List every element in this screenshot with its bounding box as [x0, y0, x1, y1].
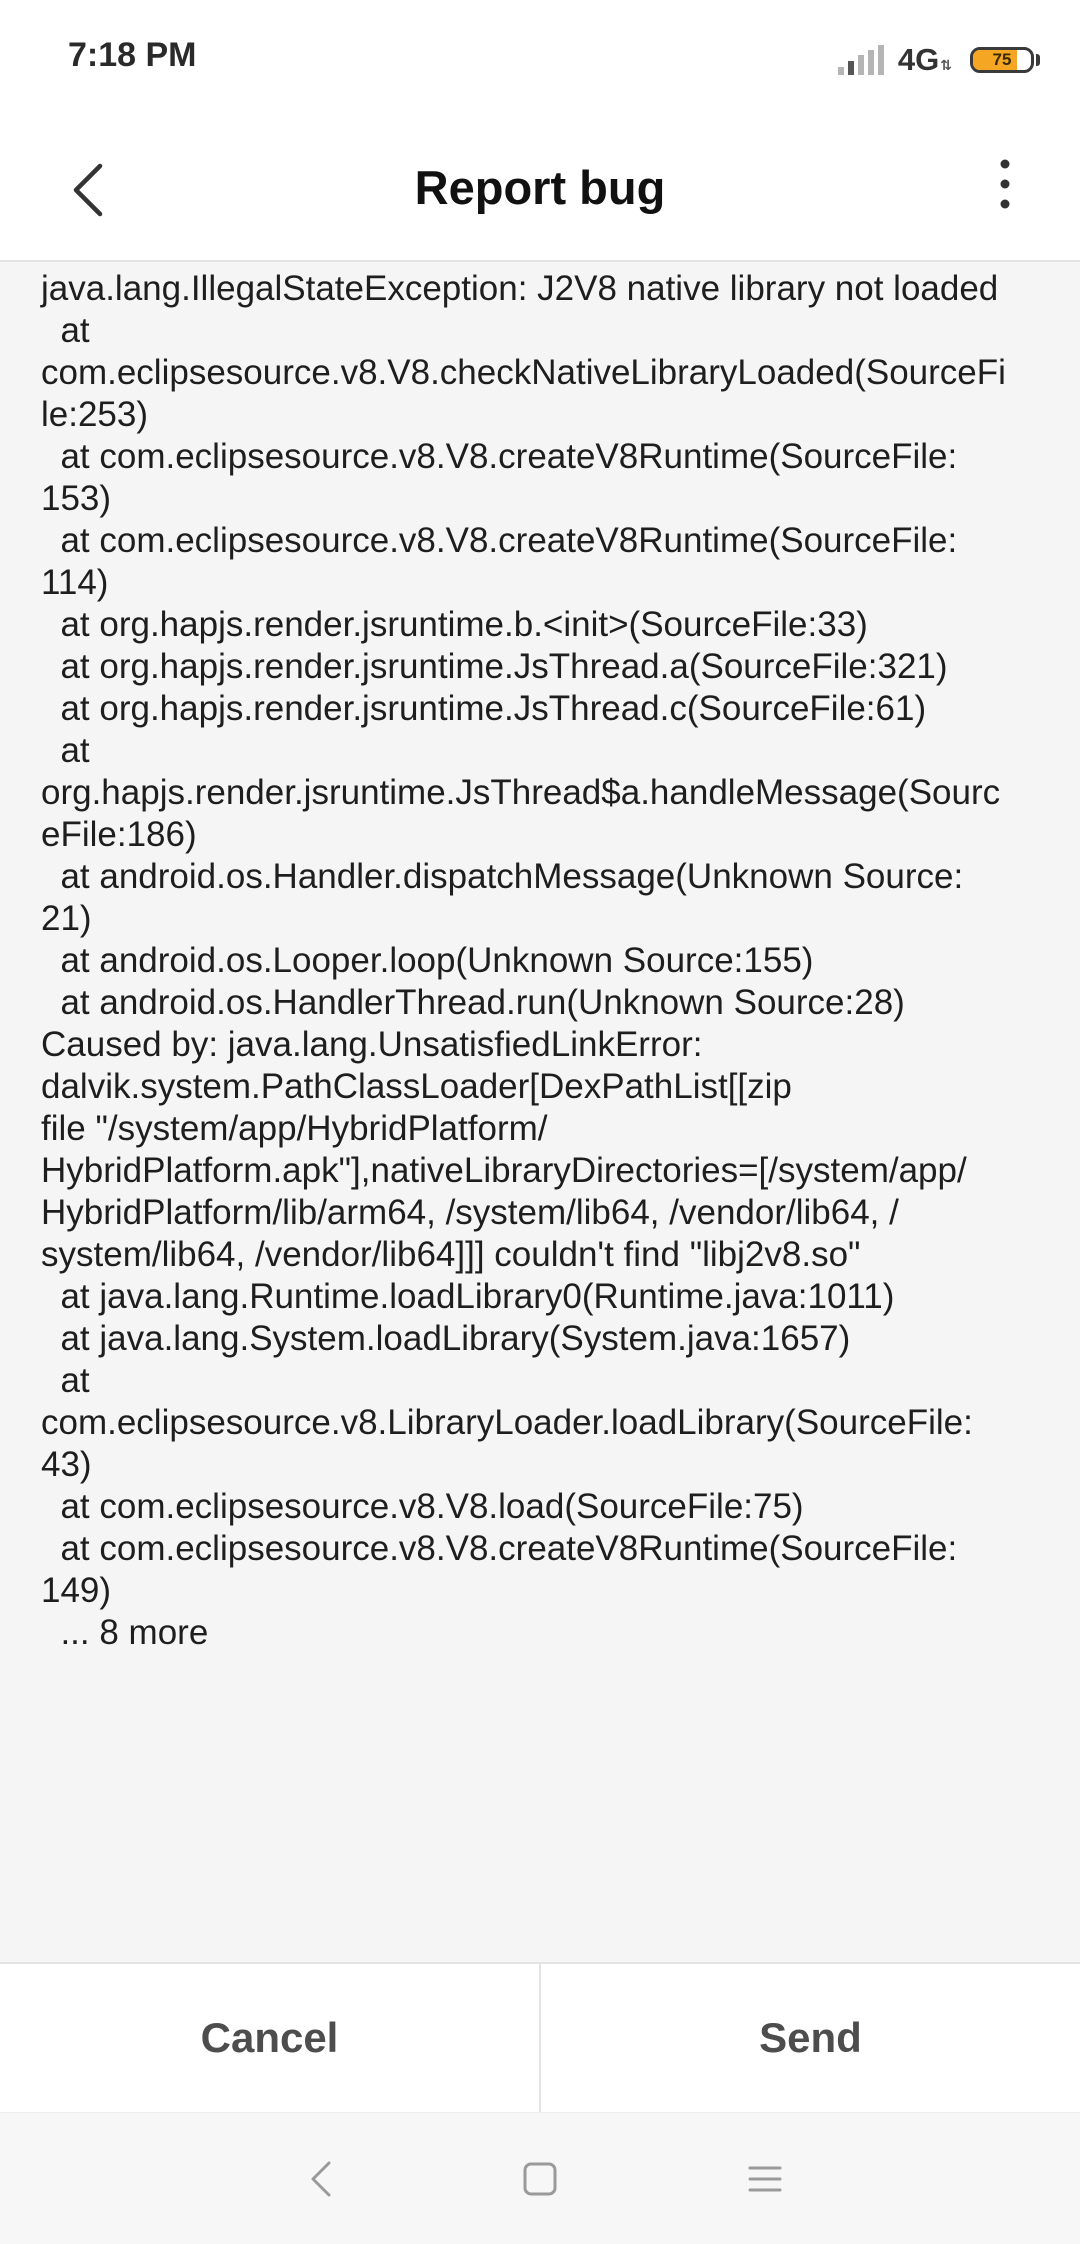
battery-icon: 75 [970, 47, 1034, 73]
nav-recents-button[interactable] [735, 2149, 795, 2209]
network-arrows-icon: ⇅ [940, 57, 952, 73]
status-icons: 4G ⇅ 75 [837, 40, 1040, 80]
nav-home-icon [523, 2162, 557, 2196]
network-indicator: 4G ⇅ [898, 42, 952, 78]
stack-trace-text: java.lang.IllegalStateException: J2V8 na… [41, 269, 1006, 1652]
report-content[interactable]: java.lang.IllegalStateException: J2V8 na… [0, 262, 1080, 1962]
more-options-button[interactable] [970, 144, 1040, 224]
action-bar: Cancel Send [0, 1962, 1080, 2112]
status-bar: 7:18 PM 4G ⇅ 75 [0, 0, 1080, 116]
report-bug-screen: 7:18 PM 4G ⇅ 75 Report bug java.lang.Ill… [0, 0, 1080, 2244]
cancel-button[interactable]: Cancel [0, 1964, 539, 2112]
app-header: Report bug [0, 116, 1080, 262]
send-button[interactable]: Send [541, 1964, 1080, 2112]
more-vertical-icon [1000, 159, 1010, 209]
nav-back-button[interactable] [290, 2149, 350, 2209]
nav-back-icon [311, 2161, 331, 2197]
battery-level: 75 [992, 50, 1012, 69]
battery-tip [1036, 54, 1040, 66]
nav-recents-icon [748, 2166, 782, 2192]
status-time: 7:18 PM [68, 36, 197, 74]
signal-icon [837, 45, 890, 75]
system-nav-bar [0, 2112, 1080, 2244]
page-title: Report bug [414, 161, 666, 214]
network-type: 4G [897, 42, 940, 77]
nav-home-button[interactable] [510, 2149, 570, 2209]
